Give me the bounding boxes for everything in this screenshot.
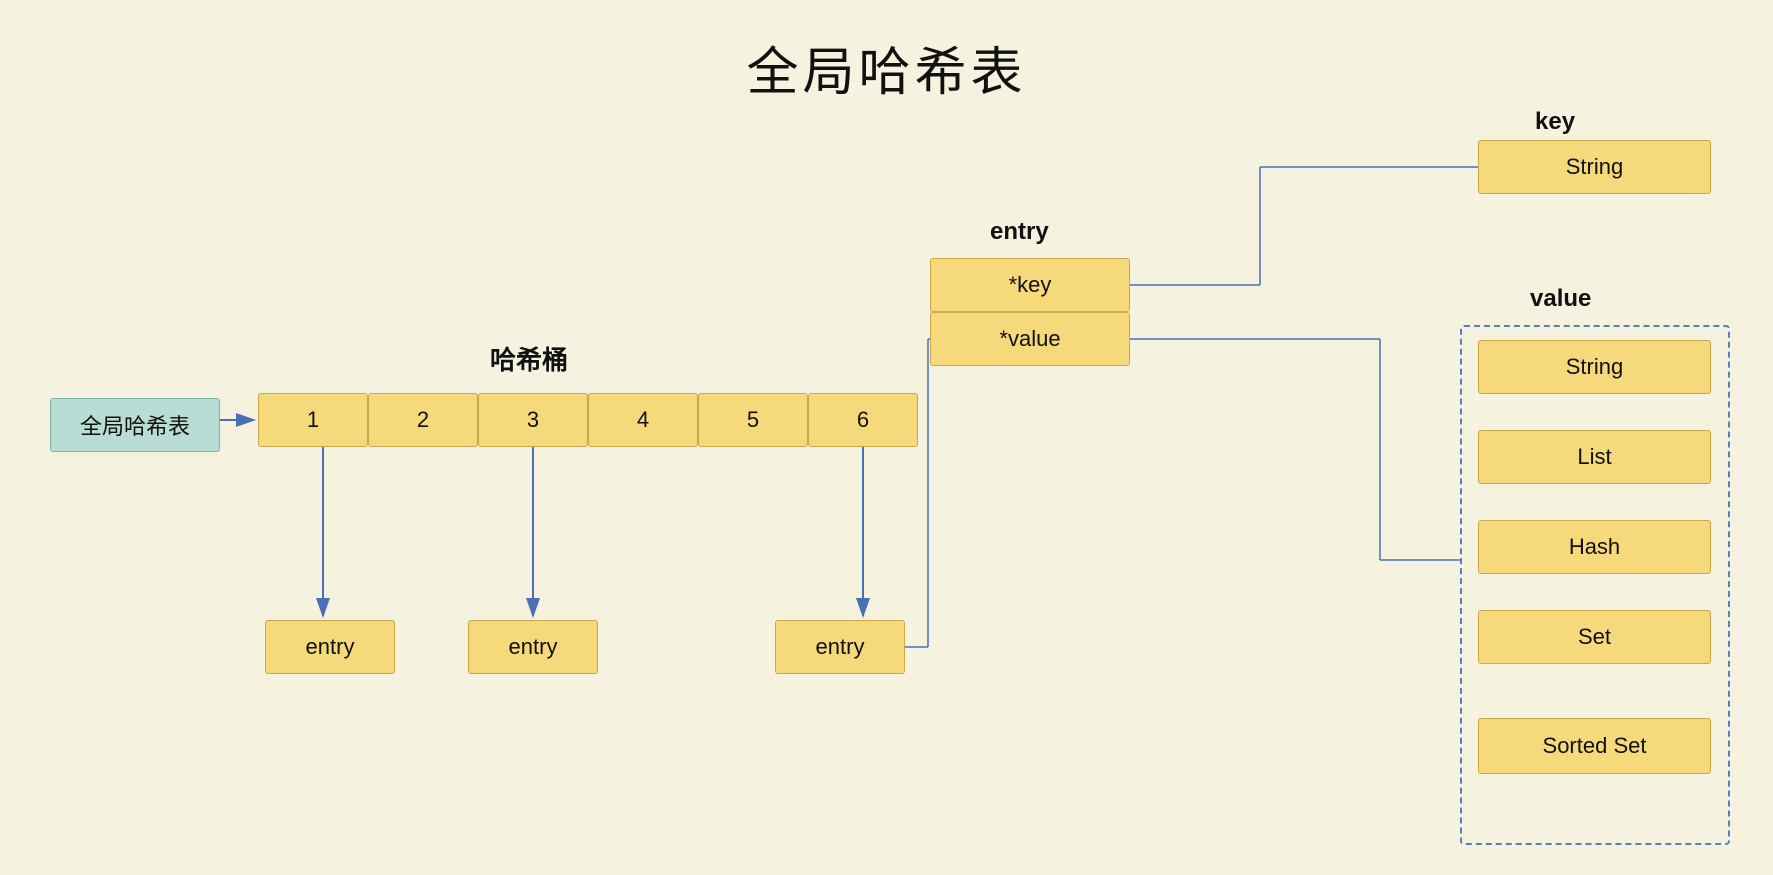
entry-value-label: *value [999, 326, 1060, 352]
bucket-cell-4-label: 4 [637, 407, 649, 433]
value-hash-label: Hash [1569, 534, 1620, 560]
entry-label-text: entry [990, 218, 1049, 245]
value-list-label: List [1577, 444, 1611, 470]
entry-box-3: entry [775, 620, 905, 674]
page-title: 全局哈希表 [0, 0, 1773, 105]
key-string-label: String [1566, 154, 1623, 180]
bucket-cell-6-label: 6 [857, 407, 869, 433]
entry-box-3-label: entry [816, 634, 865, 660]
bucket-cell-5: 5 [698, 393, 808, 447]
entry-box-1-label: entry [306, 634, 355, 660]
hash-bucket-text: 哈希桶 [490, 345, 568, 375]
value-set-label: Set [1578, 624, 1611, 650]
entry-detail-label: entry [990, 218, 1049, 246]
value-list-box: List [1478, 430, 1711, 484]
hash-bucket-label: 哈希桶 [490, 340, 568, 377]
value-set-box: Set [1478, 610, 1711, 664]
entry-box-2-label: entry [509, 634, 558, 660]
bucket-cell-1-label: 1 [307, 407, 319, 433]
bucket-cell-6: 6 [808, 393, 918, 447]
entry-box-2: entry [468, 620, 598, 674]
bucket-cell-3-label: 3 [527, 407, 539, 433]
entry-key-box: *key [930, 258, 1130, 312]
bucket-cell-2: 2 [368, 393, 478, 447]
value-label-text: value [1530, 285, 1591, 312]
entry-key-label: *key [1009, 272, 1052, 298]
key-section-label: key [1535, 108, 1575, 136]
bucket-cell-1: 1 [258, 393, 368, 447]
global-hashtable-label: 全局哈希表 [80, 409, 190, 441]
bucket-cell-3: 3 [478, 393, 588, 447]
entry-value-box: *value [930, 312, 1130, 366]
value-string-box: String [1478, 340, 1711, 394]
value-sortedset-box: Sorted Set [1478, 718, 1711, 774]
value-sortedset-label: Sorted Set [1543, 733, 1647, 759]
value-hash-box: Hash [1478, 520, 1711, 574]
entry-box-1: entry [265, 620, 395, 674]
bucket-cell-5-label: 5 [747, 407, 759, 433]
key-label-text: key [1535, 108, 1575, 135]
value-section-label: value [1530, 285, 1591, 313]
value-string-label: String [1566, 354, 1623, 380]
key-string-box: String [1478, 140, 1711, 194]
bucket-cell-2-label: 2 [417, 407, 429, 433]
global-hashtable-box: 全局哈希表 [50, 398, 220, 452]
bucket-cell-4: 4 [588, 393, 698, 447]
